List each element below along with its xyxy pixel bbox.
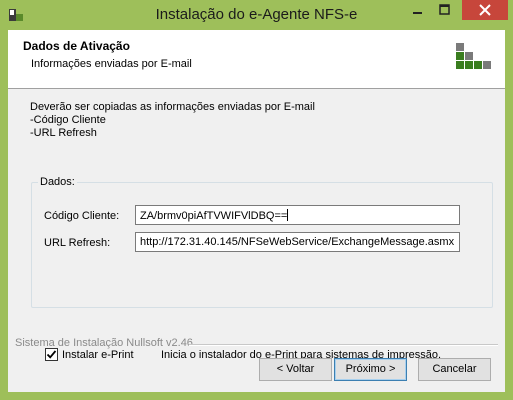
dados-groupbox: Dados: Código Cliente: ZA/brmv0piAfTVWIF…: [31, 176, 493, 361]
installer-branding: Sistema de Instalação Nullsoft v2.46: [15, 337, 193, 349]
maximize-icon: [439, 4, 450, 15]
intro-line: -URL Refresh: [30, 127, 97, 139]
minimize-icon: [413, 12, 422, 14]
minimize-button[interactable]: [404, 0, 431, 20]
url-refresh-field[interactable]: http://172.31.40.145/NFSeWebService/Exch…: [135, 232, 460, 252]
intro-line: Deverão ser copiadas as informações envi…: [30, 101, 315, 113]
footer-divider: [189, 344, 498, 346]
page-subtitle: Informações enviadas por E-mail: [31, 58, 192, 70]
page-header: Dados de Ativação Informações enviadas p…: [8, 30, 505, 89]
installer-window: Instalação do e-Agente NFS-e Dados de At…: [0, 0, 513, 400]
text-caret: [287, 209, 289, 221]
cancel-button[interactable]: Cancelar: [418, 358, 491, 381]
next-button[interactable]: Próximo >: [334, 358, 407, 381]
window-frame-right: [505, 0, 513, 400]
back-button[interactable]: < Voltar: [259, 358, 332, 381]
intro-line: -Código Cliente: [30, 114, 106, 126]
window-frame-bottom: [0, 392, 513, 400]
page-title: Dados de Ativação: [23, 39, 130, 53]
close-button[interactable]: [462, 0, 508, 20]
installer-logo: [456, 43, 494, 77]
checkmark-icon: [46, 350, 57, 359]
maximize-button[interactable]: [431, 0, 458, 20]
instalar-eprint-checkbox[interactable]: [45, 348, 58, 361]
codigo-cliente-value: ZA/brmv0piAfTVWIFVlDBQ==: [140, 210, 288, 222]
url-refresh-label: URL Refresh:: [44, 237, 111, 249]
page-content: Deverão ser copiadas as informações envi…: [8, 89, 505, 392]
instalar-eprint-label[interactable]: Instalar e-Print: [62, 349, 134, 361]
close-icon: [479, 4, 491, 16]
groupbox-label: Dados:: [38, 176, 77, 188]
window-frame-left: [0, 0, 8, 400]
codigo-cliente-field[interactable]: ZA/brmv0piAfTVWIFVlDBQ==: [135, 205, 460, 225]
intro-text: Deverão ser copiadas as informações envi…: [30, 101, 315, 140]
title-bar[interactable]: Instalação do e-Agente NFS-e: [0, 0, 513, 30]
codigo-cliente-label: Código Cliente:: [44, 210, 120, 222]
